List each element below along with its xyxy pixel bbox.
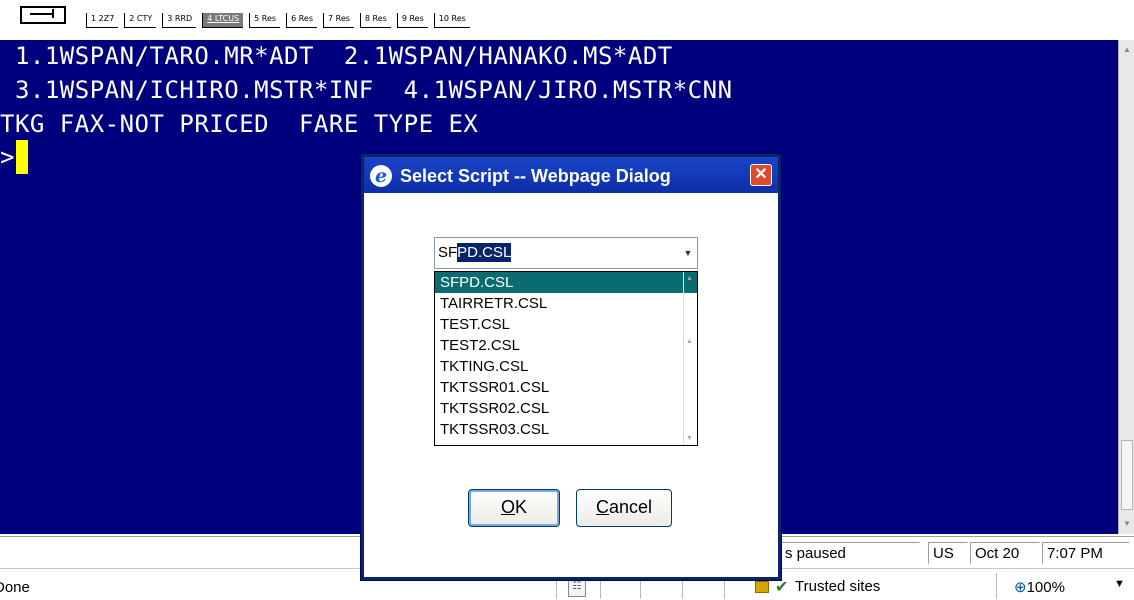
- zoom-value: 100%: [1026, 579, 1065, 596]
- list-item[interactable]: TEST.CSL: [435, 314, 697, 335]
- list-item[interactable]: TKTSSR01.CSL: [435, 377, 697, 398]
- ok-button[interactable]: OK: [468, 489, 560, 527]
- list-item[interactable]: TKTING.CSL: [435, 356, 697, 377]
- combo-typed-text: SF: [438, 244, 458, 261]
- cancel-button[interactable]: Cancel: [576, 489, 672, 527]
- cancel-mnemonic: C: [595, 497, 609, 517]
- close-icon[interactable]: ✕: [750, 164, 772, 186]
- session-tab-strip: 1 2Z7 2 CTY 3 RRD 4 LTCUS 5 Res 6 Res 7 …: [0, 0, 1134, 40]
- select-script-dialog: e Select Script -- Webpage Dialog ✕ SFPD…: [360, 153, 782, 581]
- security-zone[interactable]: Trusted sites: [795, 578, 880, 595]
- status-time: 7:07 PM: [1042, 542, 1130, 564]
- scroll-up-icon[interactable]: ▲: [1121, 44, 1133, 56]
- terminal-scrollbar[interactable]: ▲ ▼: [1118, 40, 1134, 534]
- scroll-down-icon[interactable]: ▼: [686, 435, 693, 442]
- script-listbox[interactable]: SFPD.CSL TAIRRETR.CSL TEST.CSL TEST2.CSL…: [434, 271, 698, 446]
- zoom-dropdown-icon[interactable]: ▼: [1114, 578, 1125, 590]
- scroll-thumb[interactable]: ▲: [686, 338, 693, 345]
- browser-status-text: Done: [0, 579, 30, 596]
- tab-9[interactable]: 9 Res: [396, 13, 428, 28]
- tab-7[interactable]: 7 Res: [323, 13, 354, 28]
- status-locale: US: [928, 542, 968, 564]
- terminal-line-3: TKG FAX-NOT PRICED FARE TYPE EX: [0, 110, 479, 138]
- command-line[interactable]: >: [0, 140, 29, 174]
- internet-explorer-icon: e: [370, 165, 392, 187]
- keyboard-icon[interactable]: [20, 6, 66, 24]
- tab-5[interactable]: 5 Res: [249, 13, 281, 28]
- tab-3[interactable]: 3 RRD: [162, 13, 197, 28]
- tab-10[interactable]: 10 Res: [433, 13, 470, 28]
- tab-8[interactable]: 8 Res: [359, 13, 391, 28]
- scroll-down-icon[interactable]: ▼: [1121, 518, 1133, 530]
- list-item[interactable]: TKTSSR02.CSL: [435, 398, 697, 419]
- tab-1[interactable]: 1 2Z7: [86, 13, 119, 28]
- list-item[interactable]: TKTSSR03.CSL: [435, 419, 697, 440]
- status-date: Oct 20: [970, 542, 1040, 564]
- dialog-body: SFPD.CSL ▼ SFPD.CSL TAIRRETR.CSL TEST.CS…: [364, 193, 778, 577]
- text-cursor: [16, 140, 29, 174]
- tab-6[interactable]: 6 Res: [286, 13, 317, 28]
- terminal-line-2: 3.1WSPAN/ICHIRO.MSTR*INF 4.1WSPAN/JIRO.M…: [0, 76, 733, 104]
- ok-label-rest: K: [515, 497, 528, 517]
- tab-4[interactable]: 4 LTCUS: [202, 13, 244, 28]
- terminal-line-1: 1.1WSPAN/TARO.MR*ADT 2.1WSPAN/HANAKO.MS*…: [0, 42, 673, 70]
- combo-selected-text: PD.CSL: [457, 243, 512, 262]
- zoom-icon: ⊕: [1014, 579, 1027, 596]
- script-combo-input[interactable]: SFPD.CSL ▼: [434, 237, 698, 269]
- list-item[interactable]: SFPD.CSL: [435, 272, 697, 293]
- dialog-titlebar[interactable]: e Select Script -- Webpage Dialog ✕: [364, 157, 778, 193]
- scroll-up-icon[interactable]: ▲: [686, 275, 693, 282]
- dialog-title: Select Script -- Webpage Dialog: [400, 166, 671, 186]
- scroll-thumb[interactable]: [1121, 440, 1133, 510]
- list-item[interactable]: TAIRRETR.CSL: [435, 293, 697, 314]
- chevron-down-icon[interactable]: ▼: [681, 240, 695, 266]
- cancel-label-rest: ancel: [608, 497, 653, 517]
- lock-icon: [755, 581, 769, 593]
- status-empty: [0, 542, 360, 564]
- status-paused: s paused: [780, 542, 920, 564]
- ok-mnemonic: O: [500, 497, 515, 517]
- listbox-scrollbar[interactable]: ▲ ▲ ▼: [683, 272, 697, 445]
- prompt: >: [0, 143, 15, 171]
- tab-2[interactable]: 2 CTY: [124, 13, 157, 28]
- session-tabs: 1 2Z7 2 CTY 3 RRD 4 LTCUS 5 Res 6 Res 7 …: [86, 13, 476, 28]
- zoom-level[interactable]: ⊕100%: [1014, 578, 1065, 596]
- list-item[interactable]: TEST2.CSL: [435, 335, 697, 356]
